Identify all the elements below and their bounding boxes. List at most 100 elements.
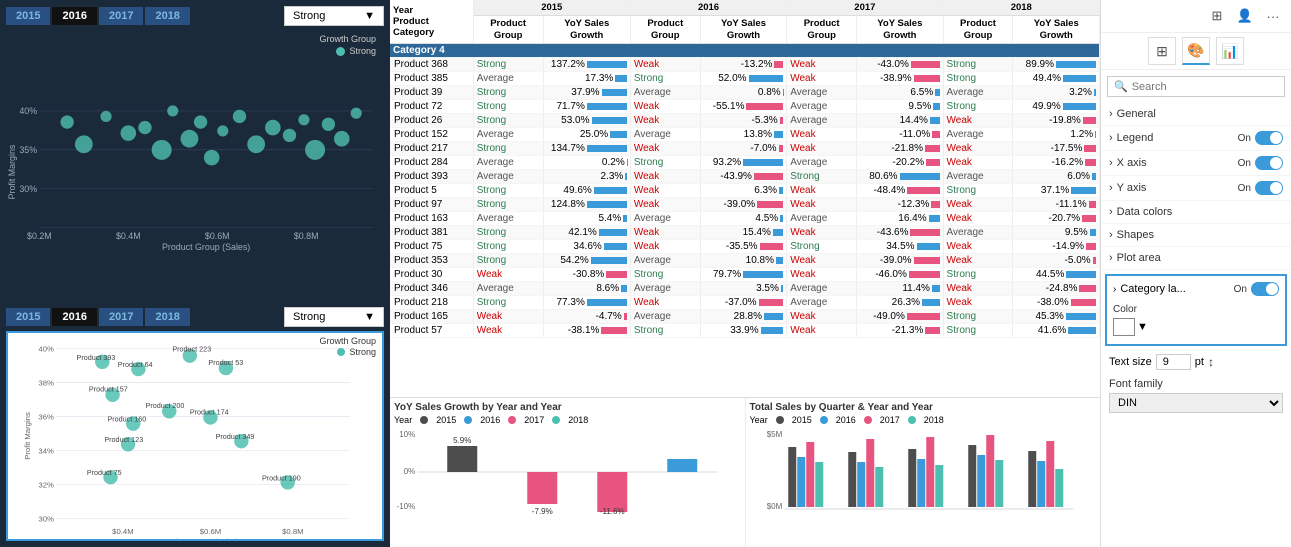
more-icon[interactable]: ··· — [1261, 4, 1285, 28]
top-dropdown[interactable]: Strong ▼ — [284, 6, 384, 26]
year-tab-2018[interactable]: 2018 — [145, 7, 189, 25]
svg-text:Product 123: Product 123 — [104, 435, 143, 444]
total-year-label: Year — [750, 415, 768, 425]
data-table-section[interactable]: YearProduct Category 2015 2016 2017 2018… — [390, 0, 1100, 397]
font-family-row: Font family DIN Segoe UI Arial — [1101, 374, 1291, 417]
pg-2016: Strong — [630, 268, 700, 282]
category-header: Category 4 — [390, 44, 1100, 58]
search-input[interactable] — [1132, 81, 1278, 93]
year-tab-2017[interactable]: 2017 — [99, 7, 143, 25]
col-year-2018: 2018 — [943, 0, 1099, 16]
table-row: Product 72 Strong 71.7% Weak -55.1% Aver… — [390, 100, 1100, 114]
svg-text:40%: 40% — [38, 345, 54, 354]
svg-text:$0M: $0M — [766, 502, 782, 511]
yoy-2018: 6.0% — [1013, 170, 1100, 184]
color-box[interactable] — [1113, 318, 1135, 336]
yoy-2016: 52.0% — [700, 72, 786, 86]
yoy-2017: -11.0% — [857, 128, 943, 142]
chevron-general: › — [1109, 108, 1113, 120]
yoy-2018: -20.7% — [1013, 212, 1100, 226]
total-sales-title: Total Sales by Quarter & Year and Year — [750, 402, 1097, 413]
pg-2018: Strong — [943, 324, 1013, 338]
yoy-2016: 6.3% — [700, 184, 786, 198]
paint-icon[interactable]: 🎨 — [1182, 37, 1210, 65]
svg-text:Product 75: Product 75 — [87, 468, 122, 477]
pg-2017: Average — [787, 86, 857, 100]
yoy-2016: 33.9% — [700, 324, 786, 338]
yaxis-toggle[interactable] — [1255, 181, 1283, 195]
yoy-2018: -16.2% — [1013, 156, 1100, 170]
yoy-2016: -37.0% — [700, 296, 786, 310]
bottom-year-tab-2015[interactable]: 2015 — [6, 308, 50, 326]
col-year-product: YearProduct Category — [390, 0, 473, 44]
text-size-row: Text size pt ↕ — [1101, 350, 1291, 374]
chevron-shapes: › — [1109, 229, 1113, 241]
font-family-select[interactable]: DIN Segoe UI Arial — [1109, 393, 1283, 413]
year-tab-2015[interactable]: 2015 — [6, 7, 50, 25]
bottom-scatter-plot: Growth Group Strong 40% 38% 36% 34% 32% … — [6, 331, 384, 541]
section-yaxis[interactable]: › Y axis On — [1101, 176, 1291, 201]
pg-2017: Weak — [787, 72, 857, 86]
year-tab-2016[interactable]: 2016 — [52, 7, 96, 25]
bottom-year-tab-2018[interactable]: 2018 — [145, 308, 189, 326]
yoy-2015: 71.7% — [543, 100, 630, 114]
pg-2018: Weak — [943, 156, 1013, 170]
svg-text:Product Group (Sales): Product Group (Sales) — [162, 242, 250, 252]
section-xaxis[interactable]: › X axis On — [1101, 151, 1291, 176]
text-size-input[interactable] — [1156, 354, 1191, 370]
yoy-2017: 16.4% — [857, 212, 943, 226]
yoy-2016: 10.8% — [700, 254, 786, 268]
section-shapes[interactable]: › Shapes — [1101, 224, 1291, 247]
cat-toggle[interactable] — [1251, 282, 1279, 296]
yoy-2018: 1.2% — [1013, 128, 1100, 142]
bottom-year-tab-2017[interactable]: 2017 — [99, 308, 143, 326]
color-dropdown[interactable]: ▼ — [1113, 318, 1279, 336]
legend-dot-2017 — [508, 416, 516, 424]
table-row: Product 385 Average 17.3% Strong 52.0% W… — [390, 72, 1100, 86]
pg-2018: Strong — [943, 184, 1013, 198]
search-icon: 🔍 — [1114, 80, 1128, 93]
svg-text:36%: 36% — [38, 413, 54, 422]
yoy-2018: -38.0% — [1013, 296, 1100, 310]
search-box[interactable]: 🔍 — [1107, 76, 1285, 97]
yoy-2018: -14.9% — [1013, 240, 1100, 254]
pg-2015: Strong — [473, 226, 543, 240]
yaxis-toggle-container: On — [1238, 181, 1283, 195]
pg-2017: Weak — [787, 142, 857, 156]
section-data-colors[interactable]: › Data colors — [1101, 201, 1291, 224]
section-legend[interactable]: › Legend On — [1101, 126, 1291, 151]
svg-text:34%: 34% — [38, 447, 54, 456]
yoy-2017: -21.8% — [857, 142, 943, 156]
legend-toggle[interactable] — [1255, 131, 1283, 145]
section-general[interactable]: › General — [1101, 103, 1291, 126]
yoy-2017: -39.0% — [857, 254, 943, 268]
yoy-2016: 3.5% — [700, 282, 786, 296]
table-row: Product 381 Strong 42.1% Weak 15.4% Weak… — [390, 226, 1100, 240]
cat-label-row: › Category la... — [1113, 283, 1186, 295]
color-row: Color ▼ — [1113, 302, 1279, 338]
pg-2016: Weak — [630, 114, 700, 128]
yoy-2018: 49.9% — [1013, 100, 1100, 114]
yoy-2018: -19.8% — [1013, 114, 1100, 128]
yoy-2015: 37.9% — [543, 86, 630, 100]
yoy-2017: -21.3% — [857, 324, 943, 338]
pg-2018: Average — [943, 86, 1013, 100]
pg-2015: Average — [473, 72, 543, 86]
pg-2017: Strong — [787, 240, 857, 254]
analytics-icon[interactable]: 📊 — [1216, 37, 1244, 65]
bottom-dropdown[interactable]: Strong ▼ — [284, 307, 384, 327]
table-row: Product 26 Strong 53.0% Weak -5.3% Avera… — [390, 114, 1100, 128]
person-icon[interactable]: 👤 — [1233, 4, 1257, 28]
grid-icon[interactable]: ⊞ — [1205, 4, 1229, 28]
pg-2016: Weak — [630, 142, 700, 156]
xaxis-toggle[interactable] — [1255, 156, 1283, 170]
pg-2016: Weak — [630, 58, 700, 72]
format-icon[interactable]: ⊞ — [1148, 37, 1176, 65]
total-sales-chart: Total Sales by Quarter & Year and Year Y… — [746, 398, 1101, 547]
section-plot-area[interactable]: › Plot area — [1101, 247, 1291, 270]
xaxis-toggle-container: On — [1238, 156, 1283, 170]
yoy-2017: -12.3% — [857, 198, 943, 212]
product-name: Product 368 — [390, 58, 473, 72]
col-pg-2015: Product Group — [473, 16, 543, 44]
bottom-year-tab-2016[interactable]: 2016 — [52, 308, 96, 326]
